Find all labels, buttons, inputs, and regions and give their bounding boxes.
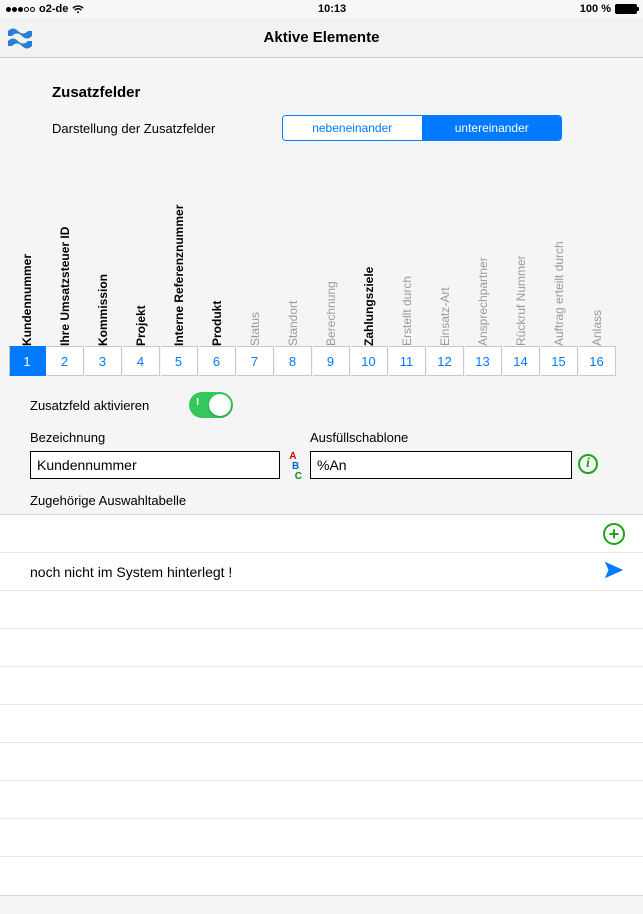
selection-empty-row (0, 629, 643, 667)
template-block: Ausfüllschablone i (310, 430, 572, 479)
field-tab-label: Einsatz-Art (438, 171, 452, 346)
field-inputs-row: Bezeichnung A B C Ausfüllschablone i (30, 430, 621, 479)
field-tab-label: Kommission (96, 171, 110, 346)
field-tab-number[interactable]: 6 (199, 346, 236, 376)
info-icon[interactable]: i (578, 454, 598, 474)
field-tab-number[interactable]: 3 (85, 346, 122, 376)
translate-icon[interactable]: A B C (289, 452, 302, 482)
template-label: Ausfüllschablone (310, 430, 572, 445)
selection-table: + noch nicht im System hinterlegt ! (0, 514, 643, 896)
field-tab: Projekt4 (122, 171, 160, 376)
field-tab-label: Interne Referenznummer (172, 171, 186, 346)
field-tab-number[interactable]: 10 (351, 346, 388, 376)
field-tab-number[interactable]: 14 (503, 346, 540, 376)
display-mode-label: Darstellung der Zusatzfelder (22, 121, 282, 136)
field-tab: Standort8 (274, 171, 312, 376)
send-icon[interactable] (603, 559, 625, 584)
activate-row: Zusatzfeld aktivieren I (30, 392, 621, 418)
selection-empty-row (0, 743, 643, 781)
selection-empty-row (0, 781, 643, 819)
field-tab: Status7 (236, 171, 274, 376)
activate-toggle[interactable]: I (189, 392, 233, 418)
field-tab-label: Kundennummer (20, 171, 34, 346)
field-tab-number[interactable]: 5 (161, 346, 198, 376)
field-tab-label: Standort (286, 171, 300, 346)
page-title: Aktive Elemente (264, 29, 380, 46)
segment-nebeneinander[interactable]: nebeneinander (283, 116, 422, 140)
selection-add-row: + (0, 515, 643, 553)
field-tab: Interne Referenznummer5 (160, 171, 198, 376)
field-tab-label: Rückruf Nummer (514, 171, 528, 346)
field-tab-number[interactable]: 7 (237, 346, 274, 376)
field-tab-label: Ihre Umsatzsteuer ID (58, 171, 72, 346)
field-tab: Produkt6 (198, 171, 236, 376)
field-tab-label: Erstellt durch (400, 171, 414, 346)
clock: 10:13 (318, 3, 346, 15)
field-tab: Rückruf Nummer14 (502, 171, 540, 376)
selection-empty-row (0, 819, 643, 857)
selection-message-row: noch nicht im System hinterlegt ! (0, 553, 643, 591)
section-title: Zusatzfelder (52, 84, 621, 101)
display-mode-row: Darstellung der Zusatzfelder nebeneinand… (22, 115, 621, 141)
battery-icon (615, 4, 637, 14)
field-tab-number[interactable]: 2 (47, 346, 84, 376)
field-tab-label: Ansprechpartner (476, 171, 490, 346)
field-tab-label: Produkt (210, 171, 224, 346)
designation-input[interactable] (30, 451, 280, 479)
display-segmented-control[interactable]: nebeneinander untereinander (282, 115, 562, 141)
content: Zusatzfelder Darstellung der Zusatzfelde… (0, 58, 643, 914)
selection-empty-row (0, 591, 643, 629)
template-input[interactable] (310, 451, 572, 479)
field-tab-number[interactable]: 4 (123, 346, 160, 376)
field-tab-label: Status (248, 171, 262, 346)
status-bar: o2-de 10:13 100 % (0, 0, 643, 18)
field-tab-number[interactable]: 9 (313, 346, 350, 376)
field-tab-label: Anlass (590, 171, 604, 346)
field-tab: Einsatz-Art12 (426, 171, 464, 376)
selection-message: noch nicht im System hinterlegt ! (30, 564, 232, 580)
field-tab-label: Auftrag erteilt durch (552, 171, 566, 346)
field-tab: Ansprechpartner13 (464, 171, 502, 376)
selection-empty-row (0, 667, 643, 705)
field-tab-label: Berechnung (324, 171, 338, 346)
field-tab-label: Projekt (134, 171, 148, 346)
field-tab-number[interactable]: 13 (465, 346, 502, 376)
field-tab-label: Zahlungsziele (362, 171, 376, 346)
battery-percent: 100 % (580, 3, 611, 15)
field-tab: Zahlungsziele10 (350, 171, 388, 376)
carrier-label: o2-de (39, 3, 68, 15)
selection-empty-row (0, 857, 643, 895)
app-logo-icon (6, 24, 34, 52)
signal-dots-icon (6, 7, 35, 12)
field-tab-number[interactable]: 8 (275, 346, 312, 376)
field-tab-number[interactable]: 1 (9, 346, 46, 376)
field-tab-number[interactable]: 11 (389, 346, 426, 376)
designation-block: Bezeichnung A B C (30, 430, 280, 479)
field-tab-number[interactable]: 12 (427, 346, 464, 376)
segment-untereinander[interactable]: untereinander (422, 116, 562, 140)
field-tab: Erstellt durch11 (388, 171, 426, 376)
activate-label: Zusatzfeld aktivieren (30, 398, 149, 413)
field-tab: Kundennummer1 (8, 171, 46, 376)
status-left: o2-de (6, 3, 84, 15)
field-tab: Berechnung9 (312, 171, 350, 376)
field-tab-number[interactable]: 15 (541, 346, 578, 376)
field-tabs: Kundennummer1Ihre Umsatzsteuer ID2Kommis… (22, 171, 621, 376)
selection-table-title: Zugehörige Auswahltabelle (30, 493, 621, 508)
selection-empty-row (0, 705, 643, 743)
designation-label: Bezeichnung (30, 430, 280, 445)
field-tab: Anlass16 (578, 171, 616, 376)
field-tab: Auftrag erteilt durch15 (540, 171, 578, 376)
navigation-bar: Aktive Elemente (0, 18, 643, 58)
field-tab: Ihre Umsatzsteuer ID2 (46, 171, 84, 376)
status-right: 100 % (580, 3, 637, 15)
add-icon[interactable]: + (603, 523, 625, 545)
wifi-icon (72, 5, 84, 14)
field-tab-number[interactable]: 16 (579, 346, 616, 376)
field-tab: Kommission3 (84, 171, 122, 376)
